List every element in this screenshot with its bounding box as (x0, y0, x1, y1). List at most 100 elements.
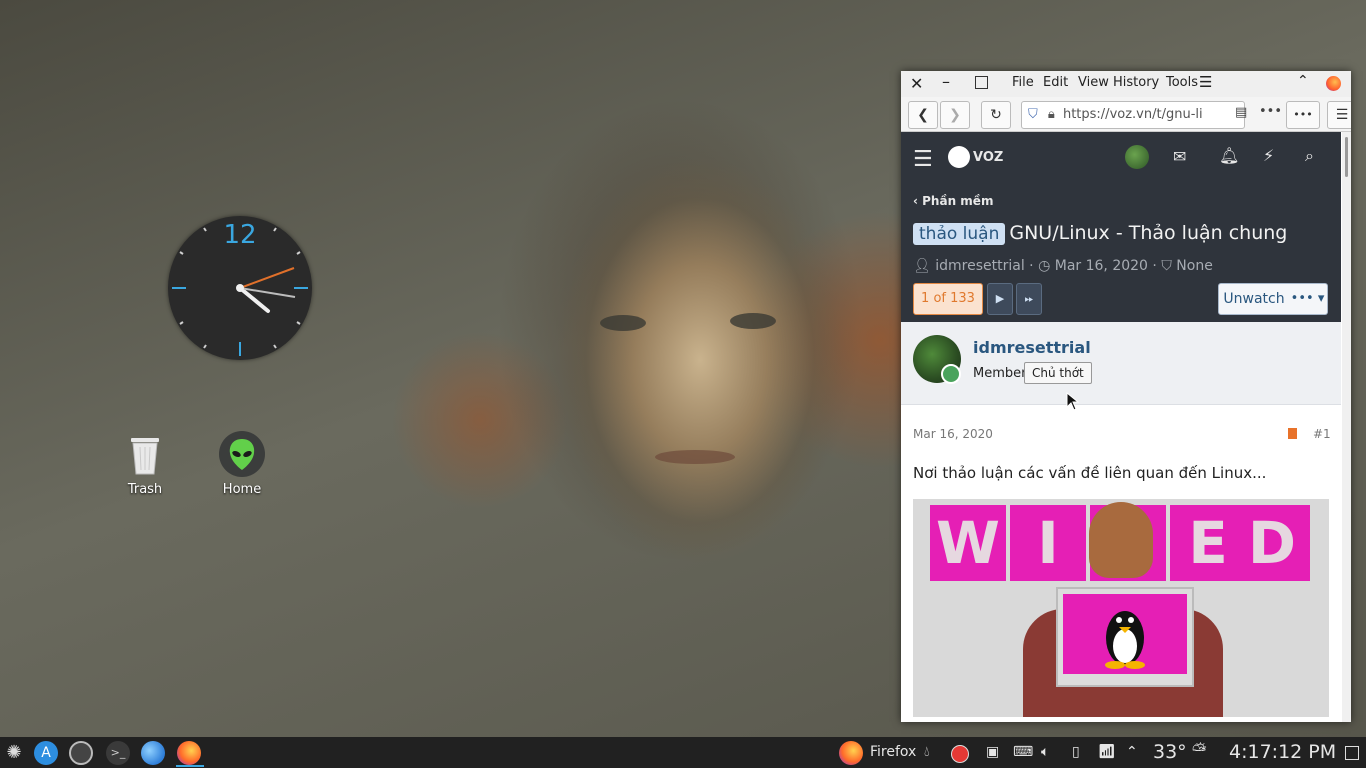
app-store-icon[interactable]: A (34, 741, 58, 765)
pager-current-page[interactable]: 1 of 133 (913, 283, 983, 315)
laptop-screen (1063, 594, 1187, 674)
post-image-wired-linux[interactable]: W I E D (913, 499, 1329, 717)
post-date[interactable]: Mar 16, 2020 (913, 427, 993, 441)
clock-second-hand (239, 267, 295, 289)
page-content: ☰ VOZ ✉ 🔔︎ ⚡︎ ⌕ ‹ Phần mềm thảo luận GNU/… (901, 132, 1341, 722)
unwatch-button[interactable]: Unwatch (1218, 283, 1290, 315)
shield-icon[interactable]: ⛉ (1028, 107, 1038, 122)
thread-date[interactable]: Mar 16, 2020 (1055, 258, 1148, 274)
menu-file[interactable]: File (1012, 75, 1034, 90)
back-button[interactable]: ❮ (908, 101, 938, 129)
menu-view[interactable]: View (1078, 75, 1109, 90)
thread-more-button[interactable]: ••• ▾ (1288, 283, 1328, 315)
hamburger-menu-icon[interactable]: ☰ (1199, 73, 1212, 91)
meta-separator: · (1029, 258, 1034, 274)
analog-clock-widget[interactable]: 12 (168, 216, 312, 360)
bookmark-icon[interactable] (1288, 428, 1297, 439)
alien-home-icon (218, 430, 266, 478)
network-icon[interactable]: 📶︎ (1098, 744, 1116, 760)
url-text[interactable]: https://voz.vn/t/gnu-li (1063, 107, 1203, 122)
mouse-cursor-icon (1066, 392, 1080, 411)
overflow-menu-button[interactable]: ••• (1286, 101, 1320, 129)
thread-title-text: GNU/Linux - Thảo luận chung (1009, 222, 1288, 244)
post-user-badge: Chủ thớt (1024, 362, 1092, 384)
wired-letter: I (1010, 505, 1086, 581)
site-menu-icon[interactable]: ☰ (913, 147, 933, 172)
reader-view-icon[interactable]: ▤ (1235, 105, 1247, 120)
close-icon[interactable]: ✕ (910, 74, 923, 93)
record-icon[interactable] (951, 745, 969, 763)
application-launcher-icon[interactable]: ✺ (2, 741, 26, 765)
thread-author[interactable]: idmresettrial (935, 258, 1024, 274)
post-body-text: Nơi thảo luận các vấn đề liên quan đến L… (913, 464, 1267, 482)
reload-button[interactable]: ↻ (981, 101, 1011, 129)
wired-letter: W (930, 505, 1006, 581)
desktop-icon-trash[interactable]: Trash (105, 430, 185, 497)
volume-icon[interactable]: 🔈︎ (1041, 744, 1049, 760)
pager-last-button[interactable]: ⏩︎ (1016, 283, 1042, 315)
forward-button[interactable]: ❯ (940, 101, 970, 129)
menu-tools[interactable]: Tools (1166, 75, 1198, 90)
thread-title: thảo luận GNU/Linux - Thảo luận chung (913, 222, 1287, 245)
url-bar[interactable]: ⛉ 🔒︎ https://voz.vn/t/gnu-li (1021, 101, 1245, 129)
clock-twelve-label: 12 (223, 220, 257, 250)
clock-icon: ◷ (1038, 258, 1051, 274)
active-window-label[interactable]: Firefox (870, 744, 916, 760)
maximize-icon[interactable] (975, 76, 988, 89)
thread-prefix-badge[interactable]: thảo luận (913, 223, 1006, 245)
droplet-icon[interactable]: 💧︎ (924, 744, 930, 760)
menu-edit[interactable]: Edit (1043, 75, 1068, 90)
user-icon: 👤︎ (913, 258, 931, 274)
caret-down-icon: ▾ (1317, 291, 1325, 306)
window-titlebar[interactable]: ✕ – File Edit View History Tools ☰ ⌃ (901, 71, 1351, 97)
more-label: ••• (1290, 291, 1314, 306)
page-scrollbar[interactable] (1342, 132, 1351, 722)
breadcrumb-label[interactable]: Phần mềm (922, 194, 993, 208)
settings-icon[interactable] (69, 741, 93, 765)
taskbar-clock[interactable]: 4:17:12 PM (1229, 741, 1336, 763)
laptop (1056, 587, 1194, 687)
user-avatar[interactable] (1125, 145, 1149, 169)
thread-tags: None (1176, 258, 1213, 274)
site-logo-text[interactable]: VOZ (973, 150, 1003, 165)
desktop-icon-label: Trash (127, 482, 163, 497)
desktop-icon-home[interactable]: Home (202, 430, 282, 497)
tag-icon: ⛉ (1161, 258, 1172, 274)
lock-icon[interactable]: 🔒︎ (1048, 107, 1055, 122)
person-head (1089, 502, 1153, 578)
scrollbar-thumb[interactable] (1345, 137, 1348, 177)
tux-penguin-icon (1105, 611, 1145, 669)
trash-icon (121, 430, 169, 478)
post-number[interactable]: #1 (1313, 427, 1331, 441)
firefox-active-window-icon[interactable] (839, 741, 863, 765)
app-menu-button[interactable]: ☰ (1327, 101, 1351, 129)
active-task-indicator (176, 765, 204, 767)
terminal-icon[interactable]: >_ (106, 741, 130, 765)
file-manager-icon[interactable] (141, 741, 165, 765)
taskbar: ✺ A >_ Firefox 💧︎ ▣ ⌨ 🔈︎ ▯ 📶︎ ⌃ 33° ⛅︎ 4… (0, 737, 1366, 768)
chevron-up-icon[interactable]: ⌃ (1297, 73, 1309, 89)
lightning-icon[interactable]: ⚡︎ (1263, 146, 1274, 165)
navigation-toolbar: ❮ ❯ ↻ ⛉ 🔒︎ https://voz.vn/t/gnu-li ▤ •••… (901, 97, 1351, 132)
pager-next-button[interactable]: ▶ (987, 283, 1013, 315)
phone-icon[interactable]: ▯ (1072, 744, 1080, 760)
keyboard-icon[interactable]: ⌨ (1013, 744, 1033, 760)
menu-history[interactable]: History (1113, 75, 1159, 90)
show-desktop-icon[interactable] (1345, 746, 1359, 760)
bell-icon[interactable]: 🔔︎ (1219, 146, 1239, 165)
weather-cloud-sun-icon[interactable]: ⛅︎ (1192, 740, 1206, 761)
mail-icon[interactable]: ✉ (1173, 147, 1186, 166)
temperature-label[interactable]: 33° (1153, 741, 1187, 763)
wallpaper-face-lips (655, 450, 735, 464)
post-username[interactable]: idmresettrial (973, 338, 1091, 357)
search-icon[interactable]: ⌕ (1305, 146, 1314, 166)
voz-logo-icon[interactable] (948, 146, 970, 168)
firefox-taskbar-icon[interactable] (177, 741, 201, 765)
minimize-icon[interactable]: – (942, 72, 950, 91)
breadcrumb[interactable]: ‹ Phần mềm (913, 194, 993, 208)
page-actions-icon[interactable]: ••• (1259, 104, 1282, 119)
wired-letter: D (1234, 505, 1310, 581)
clipboard-icon[interactable]: ▣ (986, 744, 999, 760)
post-author-header: idmresettrial Member Chủ thớt (901, 322, 1341, 405)
chevron-up-icon[interactable]: ⌃ (1126, 744, 1138, 760)
